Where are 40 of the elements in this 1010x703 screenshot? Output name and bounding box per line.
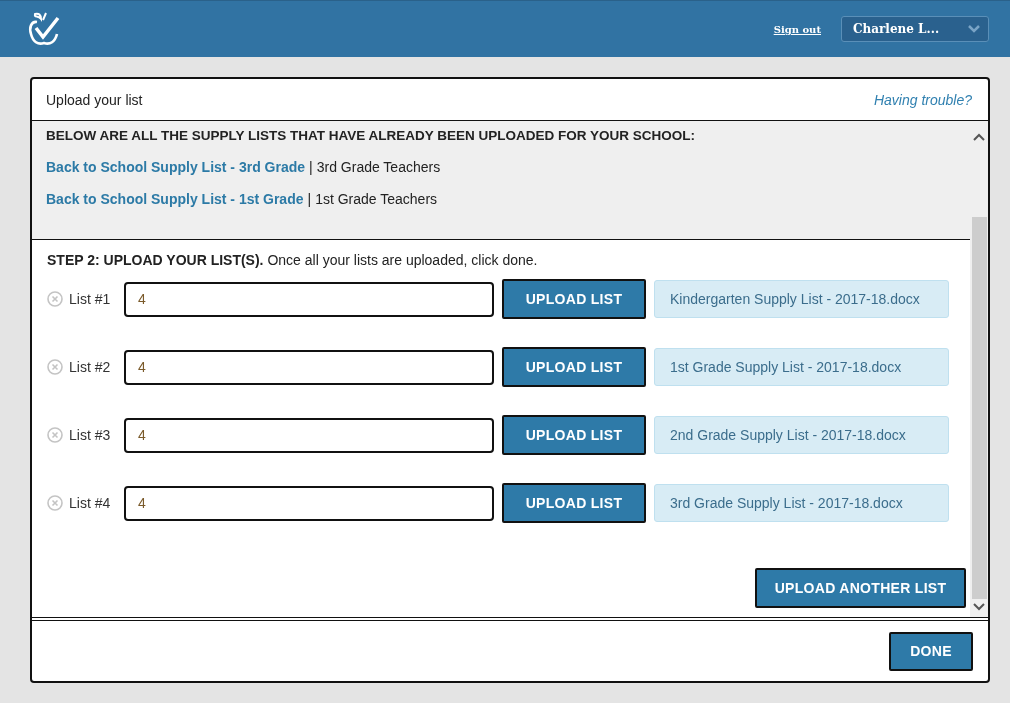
- supply-list-link[interactable]: Back to School Supply List - 3rd Grade: [46, 159, 306, 175]
- uploaded-lists-heading: BELOW ARE ALL THE SUPPLY LISTS THAT HAVE ALREADY BEEN UPLOADED FOR YOUR SCHOOL:: [46, 128, 697, 143]
- remove-icon[interactable]: [47, 495, 63, 511]
- remove-icon[interactable]: [47, 359, 63, 375]
- remove-icon[interactable]: [47, 427, 63, 443]
- upload-list-button[interactable]: UPLOAD LIST: [502, 347, 646, 387]
- done-button[interactable]: DONE: [889, 631, 973, 671]
- scroll-down-icon[interactable]: [973, 603, 985, 611]
- user-menu-dropdown[interactable]: Charlene L...: [841, 16, 989, 42]
- sign-out-link[interactable]: Sign out: [773, 23, 821, 35]
- dialog-title: Upload your list: [46, 91, 143, 108]
- list-name-field[interactable]: 4: [124, 281, 494, 317]
- audience-text: 1st Grade Teachers: [315, 191, 438, 207]
- list-label: List #4: [69, 495, 112, 511]
- list-name-field[interactable]: 4: [124, 417, 494, 453]
- file-name-chip: Kindergarten Supply List - 2017-18.docx: [654, 280, 949, 318]
- list-label: List #1: [69, 291, 112, 307]
- file-name-chip: 2nd Grade Supply List - 2017-18.docx: [654, 416, 949, 454]
- upload-list-button[interactable]: UPLOAD LIST: [502, 415, 646, 455]
- chevron-down-icon: [968, 25, 980, 33]
- step-instructions: STEP 2: UPLOAD YOUR LIST(S). Once all your lists are uploaded, click done.: [47, 252, 539, 268]
- scrollbar-thumb[interactable]: [971, 217, 987, 599]
- having-trouble-link[interactable]: Having trouble?: [873, 91, 972, 108]
- file-name-chip: 3rd Grade Supply List - 2017-18.docx: [654, 484, 949, 522]
- upload-list-button[interactable]: UPLOAD LIST: [502, 279, 646, 319]
- upload-list-button[interactable]: UPLOAD LIST: [502, 483, 646, 523]
- list-label: List #2: [69, 359, 112, 375]
- remove-icon[interactable]: [47, 291, 63, 307]
- audience-text: 3rd Grade Teachers: [316, 159, 441, 175]
- supply-list-link[interactable]: Back to School Supply List - 1st Grade: [46, 191, 304, 207]
- list-label: List #3: [69, 427, 112, 443]
- list-name-field[interactable]: 4: [124, 485, 494, 521]
- scrollbar[interactable]: [970, 121, 988, 617]
- scroll-up-icon[interactable]: [973, 133, 985, 141]
- separator: |: [309, 159, 313, 175]
- apple-check-logo-icon[interactable]: [28, 12, 60, 46]
- separator: |: [307, 191, 312, 207]
- list-name-field[interactable]: 4: [124, 349, 494, 385]
- file-name-chip: 1st Grade Supply List - 2017-18.docx: [654, 348, 949, 386]
- upload-another-list-button[interactable]: UPLOAD ANOTHER LIST: [755, 568, 966, 608]
